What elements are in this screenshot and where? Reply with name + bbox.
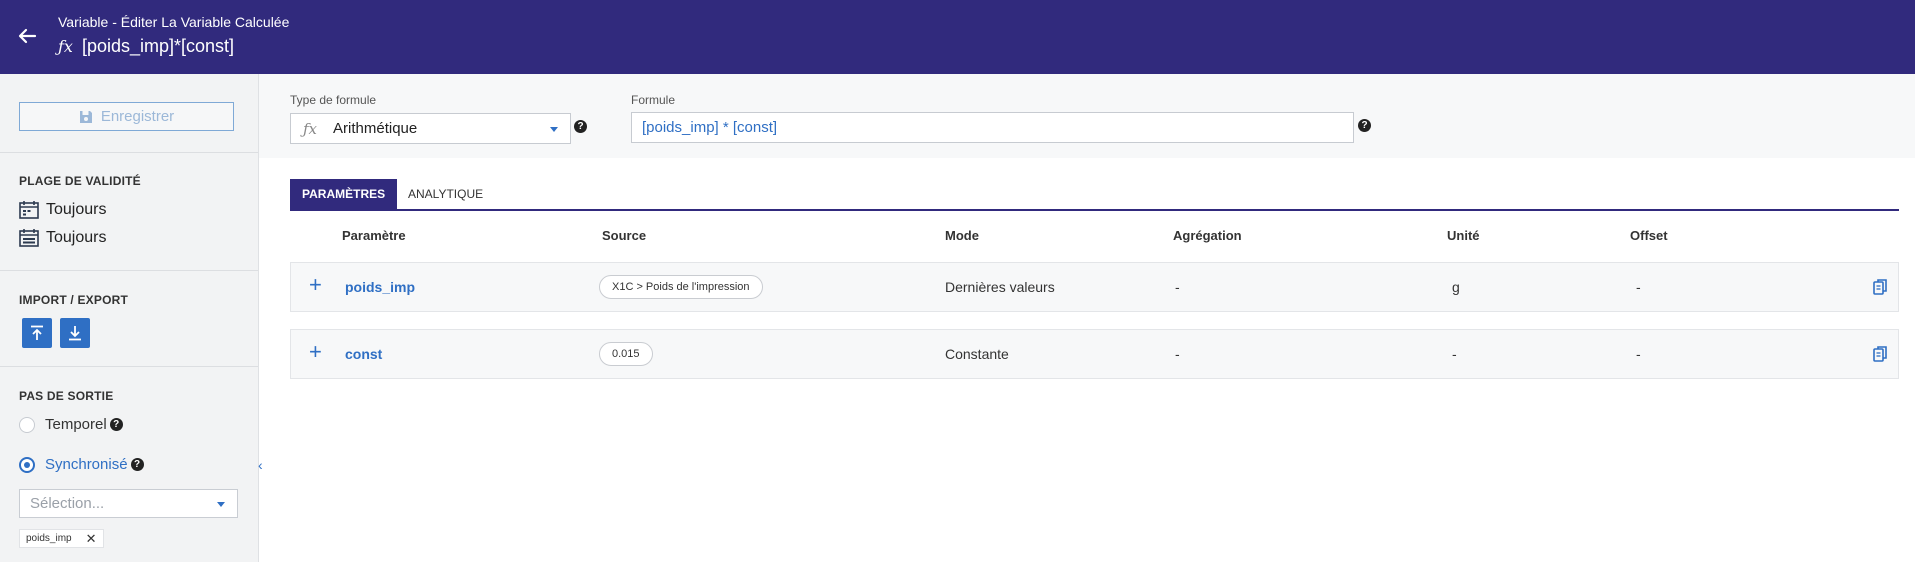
validity-section-title: PLAGE DE VALIDITÉ	[19, 174, 141, 188]
calendar-end-icon	[19, 229, 39, 247]
mode-value: Constante	[945, 346, 1009, 362]
app-header: Variable - Éditer La Variable Calculée ƒ…	[0, 0, 1915, 74]
validity-start-label: Toujours	[46, 200, 107, 218]
expand-row-icon[interactable]: +	[309, 272, 322, 298]
help-icon[interactable]: ?	[109, 418, 123, 431]
parameter-name[interactable]: poids_imp	[345, 279, 415, 295]
column-header-aggregation: Agrégation	[1173, 228, 1242, 243]
radio-temporal-label: Temporel	[45, 416, 107, 433]
formula-icon: ƒx	[58, 37, 73, 56]
arrow-left-icon	[18, 28, 37, 44]
close-icon[interactable]: ✕	[86, 531, 97, 547]
formula-label: Formule	[631, 93, 676, 107]
column-header-parameter: Paramètre	[342, 228, 406, 243]
sidebar-collapse-handle[interactable]: ‹	[258, 457, 263, 473]
formula-type-select[interactable]: ƒx Arithmétique	[290, 113, 571, 144]
validity-start[interactable]: Toujours	[19, 200, 106, 219]
formula-type-value: Arithmétique	[333, 120, 418, 137]
column-header-unit: Unité	[1447, 228, 1480, 243]
radio-synchronized-label: Synchronisé	[45, 456, 128, 473]
sidebar: Enregistrer PLAGE DE VALIDITÉ Toujours T…	[0, 74, 259, 562]
column-header-offset: Offset	[1630, 228, 1668, 243]
help-icon[interactable]: ?	[574, 120, 587, 133]
unit-value: -	[1452, 346, 1457, 362]
page-title-row: ƒx [poids_imp]*[const]	[58, 36, 234, 57]
radio-synchronized-input[interactable]	[19, 456, 35, 473]
divider	[0, 152, 258, 153]
chip-label: poids_imp	[26, 533, 72, 544]
radio-temporal[interactable]: Temporel ?	[19, 416, 123, 433]
sync-select-placeholder: Sélection...	[30, 495, 105, 512]
formula-type-label: Type de formule	[290, 93, 377, 107]
copy-icon[interactable]	[1873, 346, 1888, 362]
unit-value: g	[1452, 279, 1460, 295]
help-icon[interactable]: ?	[130, 458, 144, 471]
import-button[interactable]	[22, 318, 52, 348]
tab-underline	[290, 209, 1899, 211]
column-header-source: Source	[602, 228, 647, 243]
radio-temporal-input[interactable]	[19, 416, 35, 433]
formula-input[interactable]: [poids_imp] * [const]	[631, 112, 1354, 143]
divider	[0, 366, 258, 367]
chevron-down-icon	[217, 502, 225, 507]
floppy-disk-icon	[79, 110, 92, 123]
help-icon[interactable]: ?	[1358, 119, 1371, 132]
table-row: + poids_imp X1C > Poids de l'impression …	[290, 262, 1899, 312]
expand-row-icon[interactable]: +	[309, 339, 322, 365]
tab-analytics[interactable]: ANALYTIQUE	[396, 179, 495, 209]
aggregation-value: -	[1175, 279, 1180, 295]
validity-end[interactable]: Toujours	[19, 228, 106, 247]
formula-input-value: [poids_imp] * [const]	[642, 119, 778, 136]
page-title: [poids_imp]*[const]	[81, 36, 235, 56]
parameter-name[interactable]: const	[345, 346, 382, 362]
aggregation-value: -	[1175, 346, 1180, 362]
import-export-section-title: IMPORT / EXPORT	[19, 293, 129, 307]
formula-icon: ƒx	[303, 119, 318, 138]
tab-parameters[interactable]: PARAMÈTRES	[290, 179, 398, 209]
export-button[interactable]	[60, 318, 90, 348]
validity-end-label: Toujours	[46, 228, 107, 246]
save-button[interactable]: Enregistrer	[19, 102, 234, 131]
source-badge: 0.015	[599, 342, 653, 366]
source-badge: X1C > Poids de l'impression	[599, 275, 763, 299]
offset-value: -	[1636, 279, 1641, 295]
column-header-mode: Mode	[945, 228, 979, 243]
chevron-down-icon	[550, 127, 558, 132]
save-button-label: Enregistrer	[100, 108, 175, 125]
radio-synchronized[interactable]: Synchronisé ?	[19, 456, 144, 473]
selected-variable-chip: poids_imp ✕	[19, 529, 104, 548]
sync-variable-select[interactable]: Sélection...	[19, 489, 238, 518]
back-button[interactable]	[14, 23, 40, 49]
upload-icon	[31, 325, 43, 340]
offset-value: -	[1636, 346, 1641, 362]
table-row: + const 0.015 Constante - - -	[290, 329, 1899, 379]
calendar-start-icon	[19, 201, 39, 219]
mode-value: Dernières valeurs	[945, 279, 1055, 295]
download-icon	[69, 326, 81, 341]
output-step-section-title: PAS DE SORTIE	[19, 389, 114, 403]
divider	[0, 270, 258, 271]
copy-icon[interactable]	[1873, 279, 1888, 295]
page-subtitle: Variable - Éditer La Variable Calculée	[58, 14, 290, 30]
